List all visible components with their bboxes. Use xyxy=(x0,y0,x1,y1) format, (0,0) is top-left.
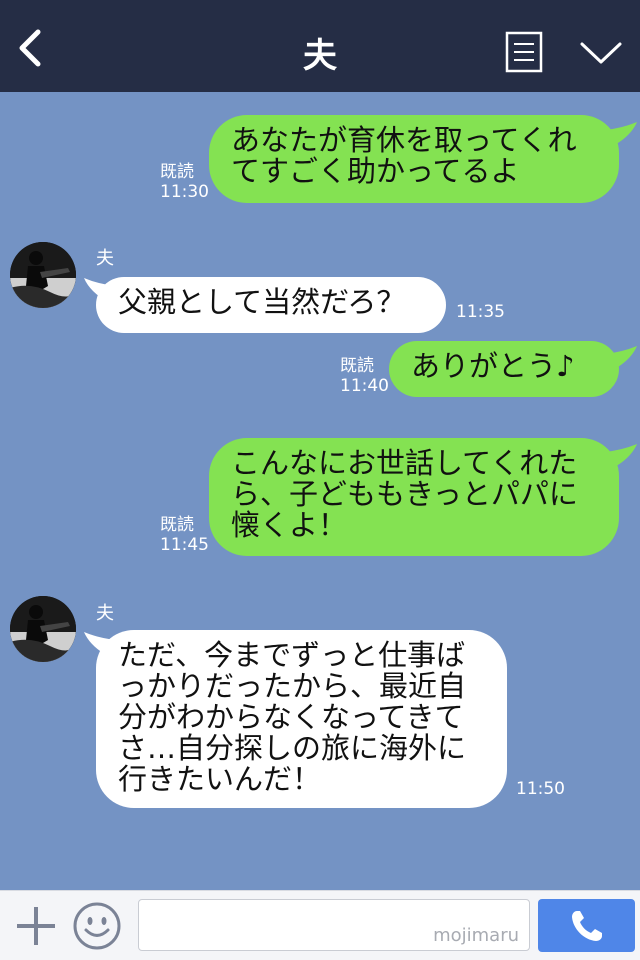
message-time: 11:50 xyxy=(516,779,565,799)
message-input[interactable]: mojimaru xyxy=(138,899,530,951)
message-bubble: 父親として当然だろ？ xyxy=(96,277,446,333)
chat-header: 夫 xyxy=(0,0,640,92)
read-receipt: 既読 xyxy=(160,162,194,182)
message-time: 11:45 xyxy=(160,535,209,555)
add-button[interactable] xyxy=(14,903,58,949)
bubble-tail xyxy=(84,278,116,302)
phone-icon xyxy=(571,910,602,941)
back-chevron-icon xyxy=(19,29,41,67)
sender-name: 夫 xyxy=(96,603,114,624)
sender-name: 夫 xyxy=(96,248,114,269)
message-bubble: ありがとう♪ xyxy=(389,341,619,397)
menu-list-icon xyxy=(505,31,543,73)
emoji-face-icon xyxy=(73,902,121,950)
message-time: 11:30 xyxy=(160,182,209,202)
message-bubble: ただ、今までずっと仕事ば っかりだったから、最近自 分がわからなくなってきて さ… xyxy=(96,630,507,808)
bubble-tail xyxy=(605,346,637,370)
input-bar: mojimaru xyxy=(0,890,640,960)
back-button[interactable] xyxy=(10,24,50,72)
watermark: mojimaru xyxy=(433,925,519,946)
bubble-tail xyxy=(605,122,637,146)
avatar[interactable] xyxy=(10,242,76,308)
message-time: 11:40 xyxy=(340,376,389,396)
avatar[interactable] xyxy=(10,596,76,662)
collapse-button[interactable] xyxy=(578,34,624,70)
chat-title: 夫 xyxy=(303,36,337,76)
bubble-tail xyxy=(605,444,637,468)
avatar-image xyxy=(10,242,76,308)
chevron-down-icon xyxy=(580,42,622,64)
read-receipt: 既読 xyxy=(160,515,194,535)
chat-area[interactable]: あなたが育休を取ってくれ てすごく助かってるよ 既読 11:30 夫 父親として… xyxy=(0,92,640,890)
message-bubble: あなたが育休を取ってくれ てすごく助かってるよ xyxy=(209,115,619,203)
call-button[interactable] xyxy=(538,899,635,952)
read-receipt: 既読 xyxy=(340,356,374,376)
avatar-image xyxy=(10,596,76,662)
menu-button[interactable] xyxy=(505,31,543,73)
message-bubble: こんなにお世話してくれた ら、子どももきっとパパに 懐くよ！ xyxy=(209,438,619,556)
bubble-tail xyxy=(84,632,116,656)
message-time: 11:35 xyxy=(456,302,505,322)
plus-icon xyxy=(17,907,55,945)
emoji-button[interactable] xyxy=(72,901,122,951)
